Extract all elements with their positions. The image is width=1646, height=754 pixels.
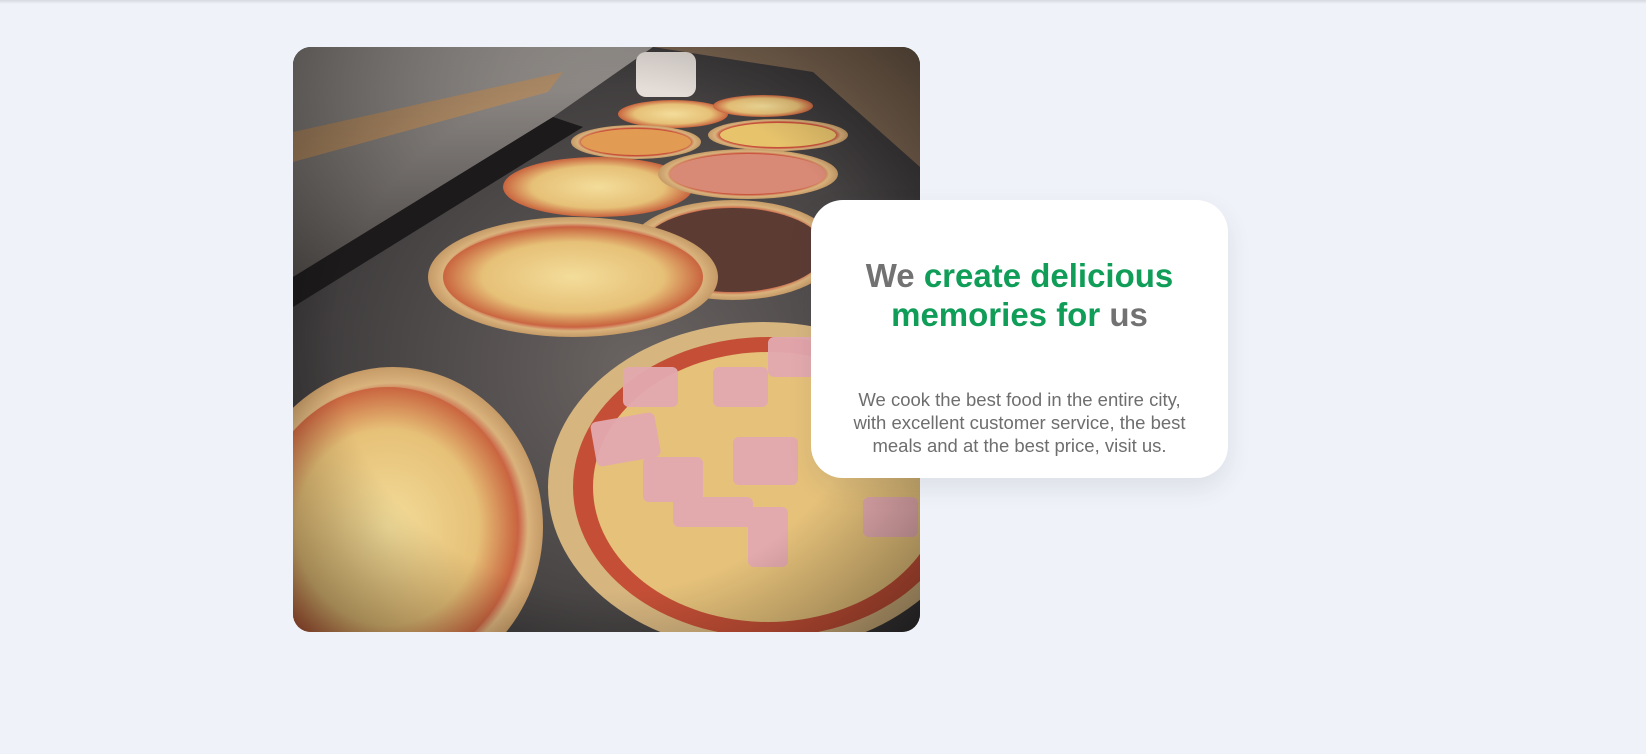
intro-description: We cook the best food in the entire city… — [853, 389, 1186, 456]
heading-accent-line1: create delicious — [923, 257, 1174, 294]
heading-word-us: us — [1109, 296, 1148, 333]
intro-heading: We create delicious memories for us — [811, 256, 1228, 334]
heading-accent-line2: memories for — [891, 296, 1101, 333]
header-divider — [0, 0, 1646, 4]
intro-card: We create delicious memories for us We co… — [811, 200, 1228, 478]
heading-word-we: We — [865, 257, 915, 294]
